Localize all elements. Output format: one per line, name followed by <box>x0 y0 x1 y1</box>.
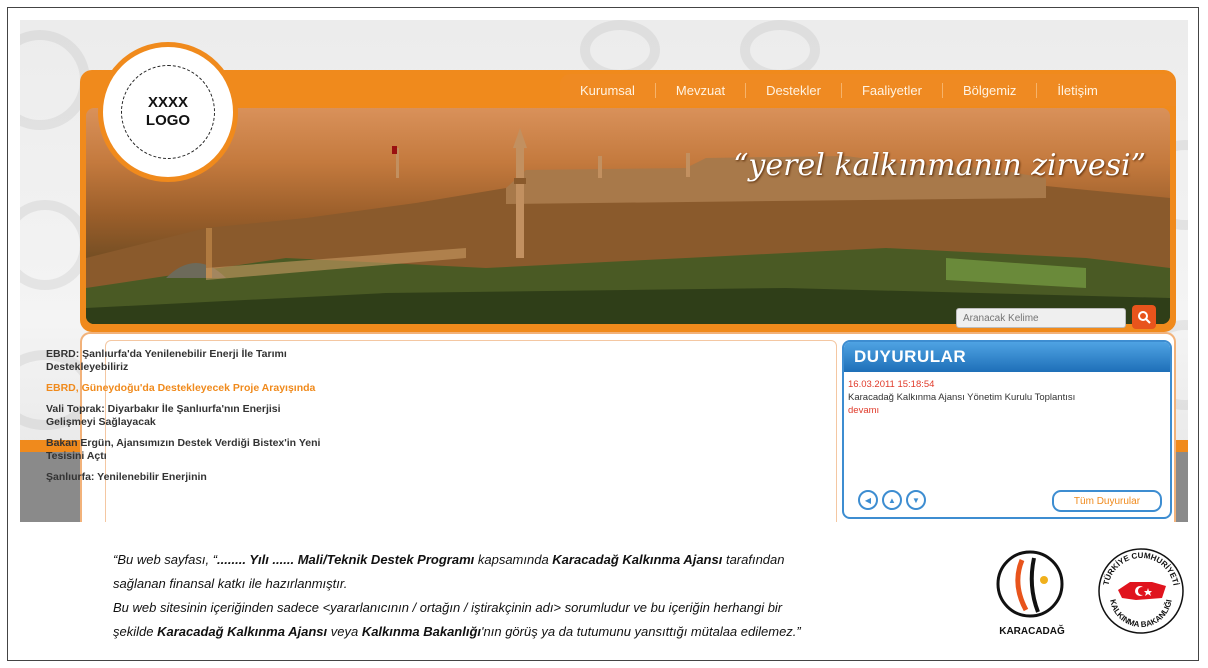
nav-item-kurumsal[interactable]: Kurumsal <box>560 82 656 98</box>
logo-placeholder[interactable]: XXXX LOGO <box>98 42 238 182</box>
all-announcements-button[interactable]: Tüm Duyurular <box>1052 490 1162 512</box>
logo-text: XXXX LOGO <box>121 65 215 159</box>
disclaimer-line-1: “Bu web sayfası, “........ Yılı ...... M… <box>113 552 785 567</box>
website-screenshot: Kurumsal Mevzuat Destekler Faaliyetler B… <box>20 20 1188 522</box>
disclaimer-line-3: Bu web sitesinin içeriğinden sadece <yar… <box>113 600 783 615</box>
disclaimer-text: “Bu web sayfası, “........ Yılı ...... M… <box>113 548 933 644</box>
banner-photo: “yerel kalkınmanın zirvesi” <box>86 108 1170 324</box>
news-item[interactable]: Şanlıurfa: Yenilenebilir Enerjinin <box>46 471 326 484</box>
castle-landscape-image <box>86 128 1170 324</box>
banner-slogan: “yerel kalkınmanın zirvesi” <box>733 148 1146 183</box>
site-header: Kurumsal Mevzuat Destekler Faaliyetler B… <box>80 70 1176 332</box>
nav-item-bolgemiz[interactable]: Bölgemiz <box>943 82 1038 98</box>
nav-item-mevzuat[interactable]: Mevzuat <box>656 82 747 98</box>
disclaimer-line-4: şekilde Karacadağ Kalkınma Ajansı veya K… <box>113 624 801 639</box>
news-item[interactable]: EBRD, Güneydoğu'da Destekleyecek Proje A… <box>46 382 326 395</box>
nav-item-iletisim[interactable]: İletişim <box>1037 83 1117 98</box>
announcement-pager: ◀ ▲ ▼ <box>858 490 926 510</box>
nav-item-destekler[interactable]: Destekler <box>746 82 842 98</box>
disclaimer-line-2: sağlanan finansal katkı ile hazırlanmışt… <box>113 576 348 591</box>
page-frame: Kurumsal Mevzuat Destekler Faaliyetler B… <box>7 7 1199 661</box>
next-icon[interactable]: ▼ <box>906 490 926 510</box>
karacadag-logo: KARACADAĞ <box>992 546 1072 642</box>
search-button[interactable] <box>1132 305 1156 329</box>
news-item[interactable]: EBRD: Şanlıurfa'da Yenilenebilir Enerji … <box>46 348 326 374</box>
svg-text:KARACADAĞ: KARACADAĞ <box>999 624 1065 637</box>
main-nav: Kurumsal Mevzuat Destekler Faaliyetler B… <box>560 74 1176 106</box>
news-item[interactable]: Vali Toprak: Diyarbakır İle Şanlıurfa'nı… <box>46 403 326 429</box>
nav-item-faaliyetler[interactable]: Faaliyetler <box>842 82 943 98</box>
announcements-title: DUYURULAR <box>844 342 1170 372</box>
ministry-seal-icon: TÜRKİYE CUMHURİYETİ KALKINMA BAKANLIĞI <box>1098 548 1184 634</box>
prev-icon[interactable]: ◀ <box>858 490 878 510</box>
up-icon[interactable]: ▲ <box>882 490 902 510</box>
news-list: EBRD: Şanlıurfa'da Yenilenebilir Enerji … <box>46 348 326 492</box>
announcement-date: 16.03.2011 15:18:54 <box>848 379 935 390</box>
announcement-more-link[interactable]: devamı <box>848 405 1170 416</box>
search-input[interactable] <box>956 308 1126 328</box>
karacadag-logo-icon: KARACADAĞ <box>996 550 1065 637</box>
kalkinma-bakanligi-logo: TÜRKİYE CUMHURİYETİ KALKINMA BAKANLIĞI <box>1096 546 1186 636</box>
search-icon <box>1138 311 1151 324</box>
announcement-text[interactable]: Karacadağ Kalkınma Ajansı Yönetim Kurulu… <box>848 392 1170 403</box>
news-item[interactable]: Bakan Ergün, Ajansımızın Destek Verdiği … <box>46 437 326 463</box>
